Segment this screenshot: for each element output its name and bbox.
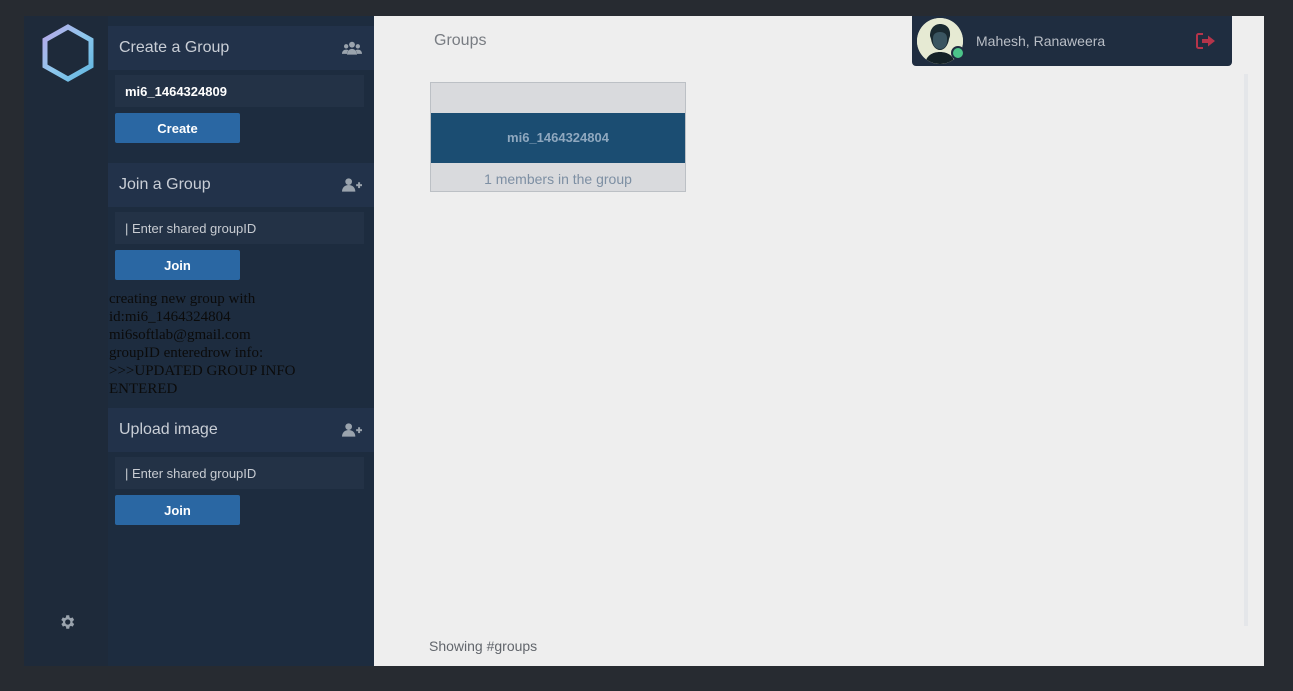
join-group-header: Join a Group	[108, 163, 374, 207]
group-name: mi6_1464324804	[507, 130, 609, 145]
users-group-icon	[342, 41, 362, 55]
footer-status: Showing #groups	[429, 638, 538, 654]
scrollbar[interactable]	[1244, 74, 1248, 626]
online-status-dot	[951, 46, 965, 60]
create-group-title: Create a Group	[119, 39, 230, 56]
app-window: Create a Group Create Join a Group Jo	[24, 16, 1264, 666]
upload-image-header: Upload image	[108, 408, 374, 452]
icon-rail	[24, 16, 108, 666]
gear-icon[interactable]	[58, 613, 76, 631]
log-line: creating new group with	[109, 291, 256, 307]
join-group-title: Join a Group	[119, 176, 211, 193]
left-panel: Create a Group Create Join a Group Jo	[108, 16, 374, 666]
group-members-count: 1 members in the group	[484, 171, 632, 187]
join-button[interactable]: Join	[115, 250, 240, 280]
user-profile-box: Mahesh, Ranaweera	[912, 16, 1232, 66]
main-content: Groups mi6_1464324804 1 members in the g…	[374, 16, 1264, 666]
create-button[interactable]: Create	[115, 113, 240, 143]
group-card[interactable]: mi6_1464324804 1 members in the group	[430, 82, 686, 192]
join-group-id-input[interactable]	[115, 212, 364, 244]
user-name: Mahesh, Ranaweera	[976, 33, 1106, 49]
log-line: id:mi6_1464324804	[109, 309, 231, 325]
log-line: >>>UPDATED GROUP INFO	[109, 363, 296, 379]
log-line: mi6softlab@gmail.com	[109, 327, 251, 343]
status-log: creating new group with id:mi6_146432480…	[109, 290, 369, 398]
upload-join-button[interactable]: Join	[115, 495, 240, 525]
group-name-input[interactable]	[115, 75, 364, 107]
user-plus-icon	[342, 178, 362, 192]
log-line: groupID enteredrow info:	[109, 345, 264, 361]
hexagon-logo-icon[interactable]	[42, 24, 94, 82]
user-plus-icon	[342, 423, 362, 437]
log-line: ENTERED	[109, 381, 178, 397]
create-group-header: Create a Group	[108, 26, 374, 70]
upload-group-id-input[interactable]	[115, 457, 364, 489]
upload-image-title: Upload image	[119, 421, 218, 438]
sign-out-icon[interactable]	[1196, 33, 1216, 49]
page-title: Groups	[434, 32, 487, 49]
group-card-band: mi6_1464324804	[431, 113, 685, 163]
